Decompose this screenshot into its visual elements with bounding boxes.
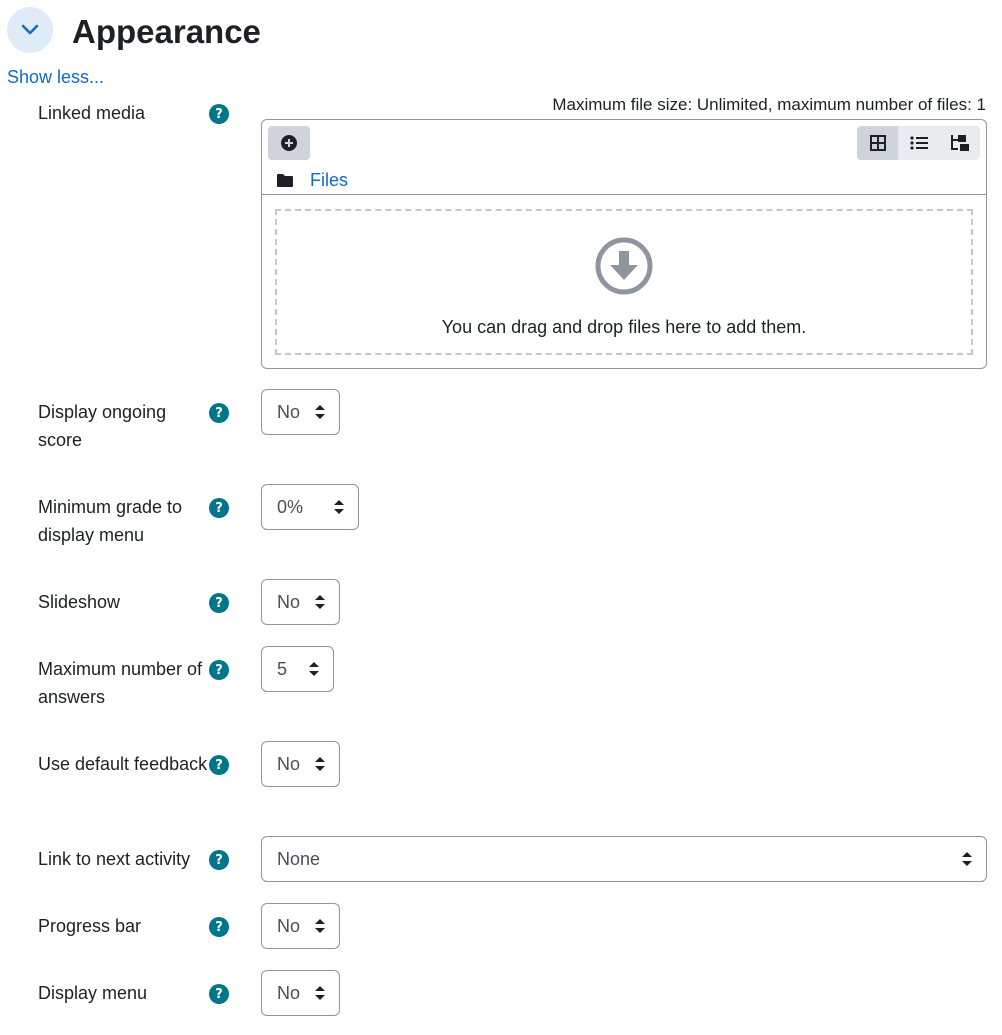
add-file-button[interactable] [268, 126, 310, 160]
tree-view-icon [950, 135, 969, 151]
download-arrow-icon [595, 237, 653, 295]
folder-icon [277, 173, 293, 187]
maximum-answers-label: Maximum number of answers [38, 659, 203, 707]
select-caret-icon [315, 757, 325, 771]
use-default-feedback-label: Use default feedback [38, 754, 208, 774]
link-next-activity-select[interactable]: None [261, 836, 987, 882]
add-file-icon [281, 135, 297, 151]
help-icon[interactable]: ? [209, 403, 229, 423]
chevron-down-icon [21, 24, 39, 35]
progress-bar-label: Progress bar [38, 916, 142, 936]
maximum-answers-select[interactable]: 5 [261, 646, 334, 692]
select-value: 5 [277, 658, 288, 679]
slideshow-select[interactable]: No [261, 579, 340, 625]
list-view-icon [909, 136, 928, 150]
file-path-breadcrumb: Files [276, 168, 348, 192]
help-icon[interactable]: ? [209, 850, 229, 870]
slideshow-label: Slideshow [38, 592, 121, 612]
select-caret-icon [334, 500, 344, 514]
display-menu-label: Display menu [38, 983, 148, 1003]
section-title: Appearance [72, 13, 261, 50]
file-manager-divider [262, 194, 986, 195]
grid-view-icon [869, 135, 886, 151]
select-caret-icon [315, 595, 325, 609]
help-icon[interactable]: ? [209, 755, 229, 775]
link-next-activity-label: Link to next activity [38, 849, 191, 869]
list-view-button[interactable] [898, 126, 939, 160]
display-ongoing-score-label: Display ongoing score [38, 402, 167, 450]
help-icon[interactable]: ? [209, 660, 229, 680]
select-value: No [277, 591, 301, 612]
select-value: No [277, 915, 301, 936]
tree-view-button[interactable] [939, 126, 980, 160]
select-caret-icon [962, 852, 972, 866]
select-value: No [277, 753, 301, 774]
select-value: None [277, 848, 321, 869]
help-icon[interactable]: ? [209, 498, 229, 518]
drop-zone-text: You can drag and drop files here to add … [441, 317, 807, 337]
display-ongoing-score-select[interactable]: No [261, 389, 340, 435]
select-caret-icon [309, 662, 319, 676]
select-caret-icon [315, 405, 325, 419]
select-caret-icon [315, 919, 325, 933]
file-drop-zone[interactable]: You can drag and drop files here to add … [275, 209, 973, 355]
select-caret-icon [315, 986, 325, 1000]
files-folder-link[interactable]: Files [310, 170, 348, 191]
select-value: No [277, 401, 301, 422]
help-icon[interactable]: ? [209, 984, 229, 1004]
use-default-feedback-select[interactable]: No [261, 741, 340, 787]
minimum-grade-select[interactable]: 0% [261, 484, 359, 530]
view-switcher [857, 126, 980, 160]
max-file-info: Maximum file size: Unlimited, maximum nu… [552, 95, 986, 114]
linked-media-label: Linked media [38, 103, 146, 123]
file-manager: Files You can drag and drop files here t… [261, 119, 987, 369]
help-icon[interactable]: ? [209, 917, 229, 937]
show-less-link[interactable]: Show less... [7, 65, 104, 89]
help-icon[interactable]: ? [209, 593, 229, 613]
collapse-section-button[interactable] [7, 7, 53, 53]
help-icon[interactable]: ? [209, 104, 229, 124]
select-value: No [277, 982, 301, 1003]
progress-bar-select[interactable]: No [261, 903, 340, 949]
minimum-grade-label: Minimum grade to display menu [38, 497, 183, 545]
display-menu-select[interactable]: No [261, 970, 340, 1016]
grid-view-button[interactable] [857, 126, 898, 160]
select-value: 0% [277, 496, 304, 517]
